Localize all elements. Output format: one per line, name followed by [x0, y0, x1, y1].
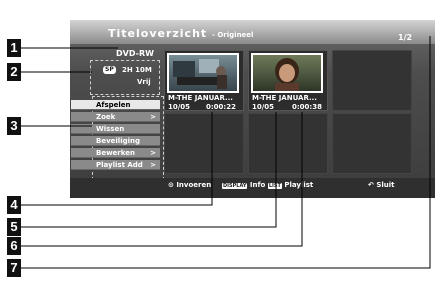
callout-1: 1 — [7, 39, 21, 57]
callout-2: 2 — [7, 63, 21, 81]
callout-7: 7 — [7, 259, 21, 277]
callout-4: 4 — [7, 196, 21, 214]
callout-6: 6 — [7, 237, 21, 255]
callout-3: 3 — [7, 117, 21, 135]
callout-5: 5 — [7, 218, 21, 236]
callout-lines — [21, 36, 431, 269]
